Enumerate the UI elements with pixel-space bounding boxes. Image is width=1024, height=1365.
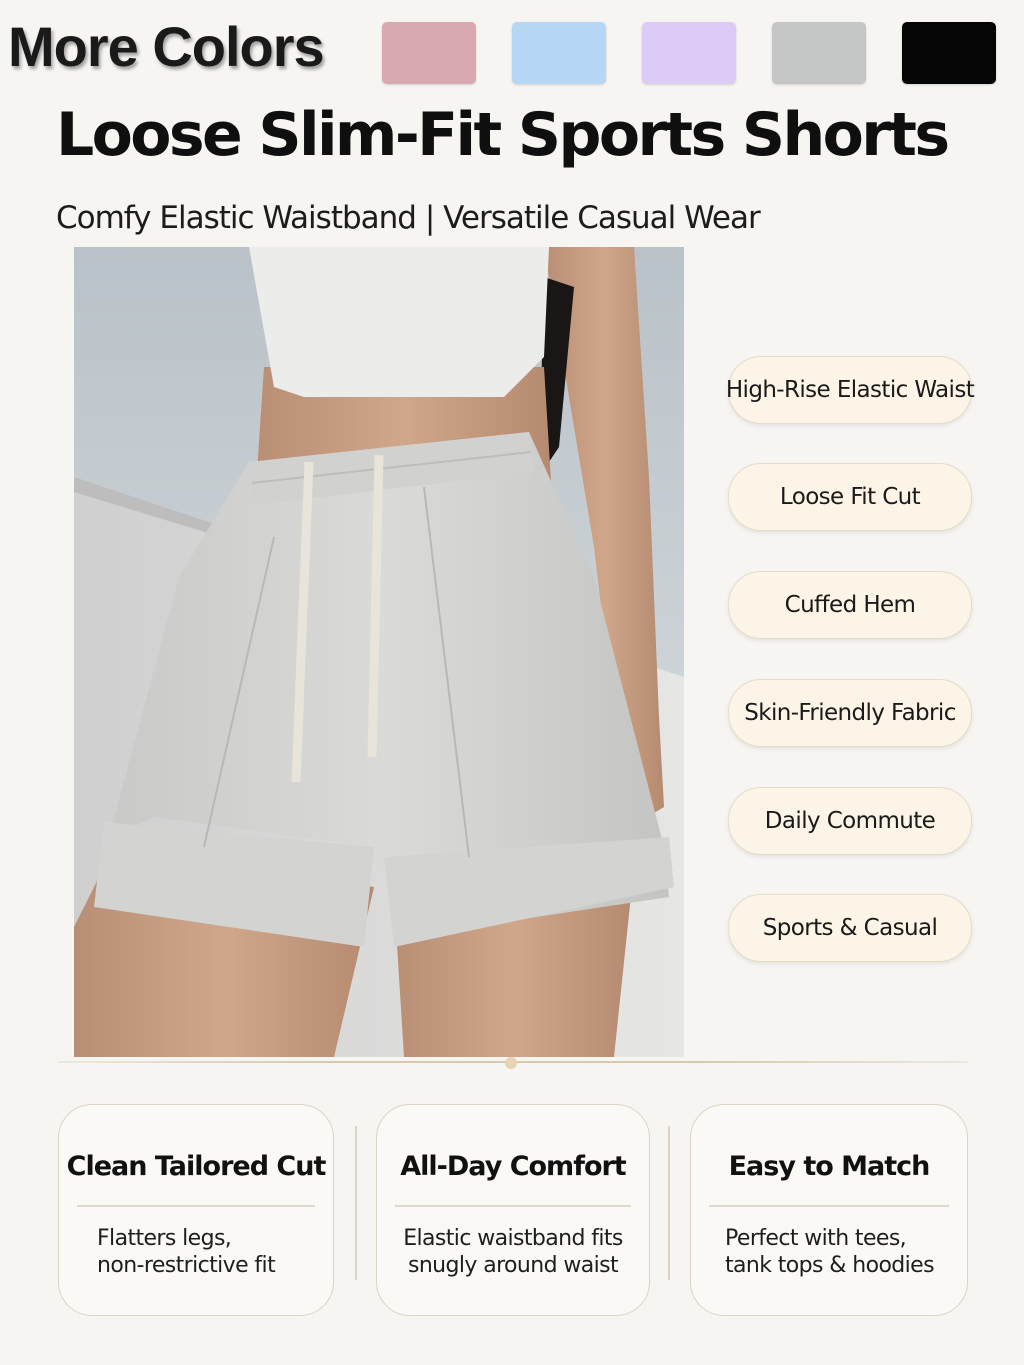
feature-pill-commute: Daily Commute — [728, 787, 972, 855]
card-title: All-Day Comfort — [400, 1151, 626, 1182]
product-photo — [74, 247, 684, 1057]
color-swatch-lavender[interactable] — [642, 22, 736, 84]
feature-pill-sports-casual: Sports & Casual — [728, 894, 972, 962]
benefit-card-comfort: All-Day Comfort Elastic waistband fits s… — [376, 1104, 650, 1316]
product-title: Loose Slim-Fit Sports Shorts — [56, 100, 950, 170]
card-rule — [709, 1205, 949, 1207]
card-title: Clean Tailored Cut — [66, 1151, 327, 1182]
card-rule — [77, 1205, 315, 1207]
benefit-card-easy-match: Easy to Match Perfect with tees, tank to… — [690, 1104, 968, 1316]
benefit-card-tailored-cut: Clean Tailored Cut Flatters legs, non-re… — [58, 1104, 334, 1316]
card-separator — [355, 1126, 357, 1280]
card-body: Perfect with tees, tank tops & hoodies — [725, 1226, 935, 1278]
color-swatch-black[interactable] — [902, 22, 996, 84]
color-swatch-grey[interactable] — [772, 22, 866, 84]
product-subtitle: Comfy Elastic Waistband | Versatile Casu… — [56, 200, 761, 236]
card-body: Elastic waistband fits snugly around wai… — [403, 1226, 623, 1278]
divider-dot — [505, 1057, 517, 1069]
color-swatch-light-blue[interactable] — [512, 22, 606, 84]
card-rule — [395, 1205, 631, 1207]
feature-pill-loose-fit: Loose Fit Cut — [728, 463, 972, 531]
color-swatch-pink[interactable] — [382, 22, 476, 84]
card-separator — [668, 1126, 670, 1280]
feature-pill-high-rise: High-Rise Elastic Waist — [726, 356, 975, 424]
feature-pill-cuffed-hem: Cuffed Hem — [728, 571, 972, 639]
card-title: Easy to Match — [728, 1151, 931, 1182]
card-body: Flatters legs, non-restrictive fit — [97, 1226, 276, 1278]
more-colors-label: More Colors — [8, 15, 325, 78]
model-wearing-shorts-image — [74, 247, 684, 1057]
feature-pill-fabric: Skin-Friendly Fabric — [728, 679, 972, 747]
